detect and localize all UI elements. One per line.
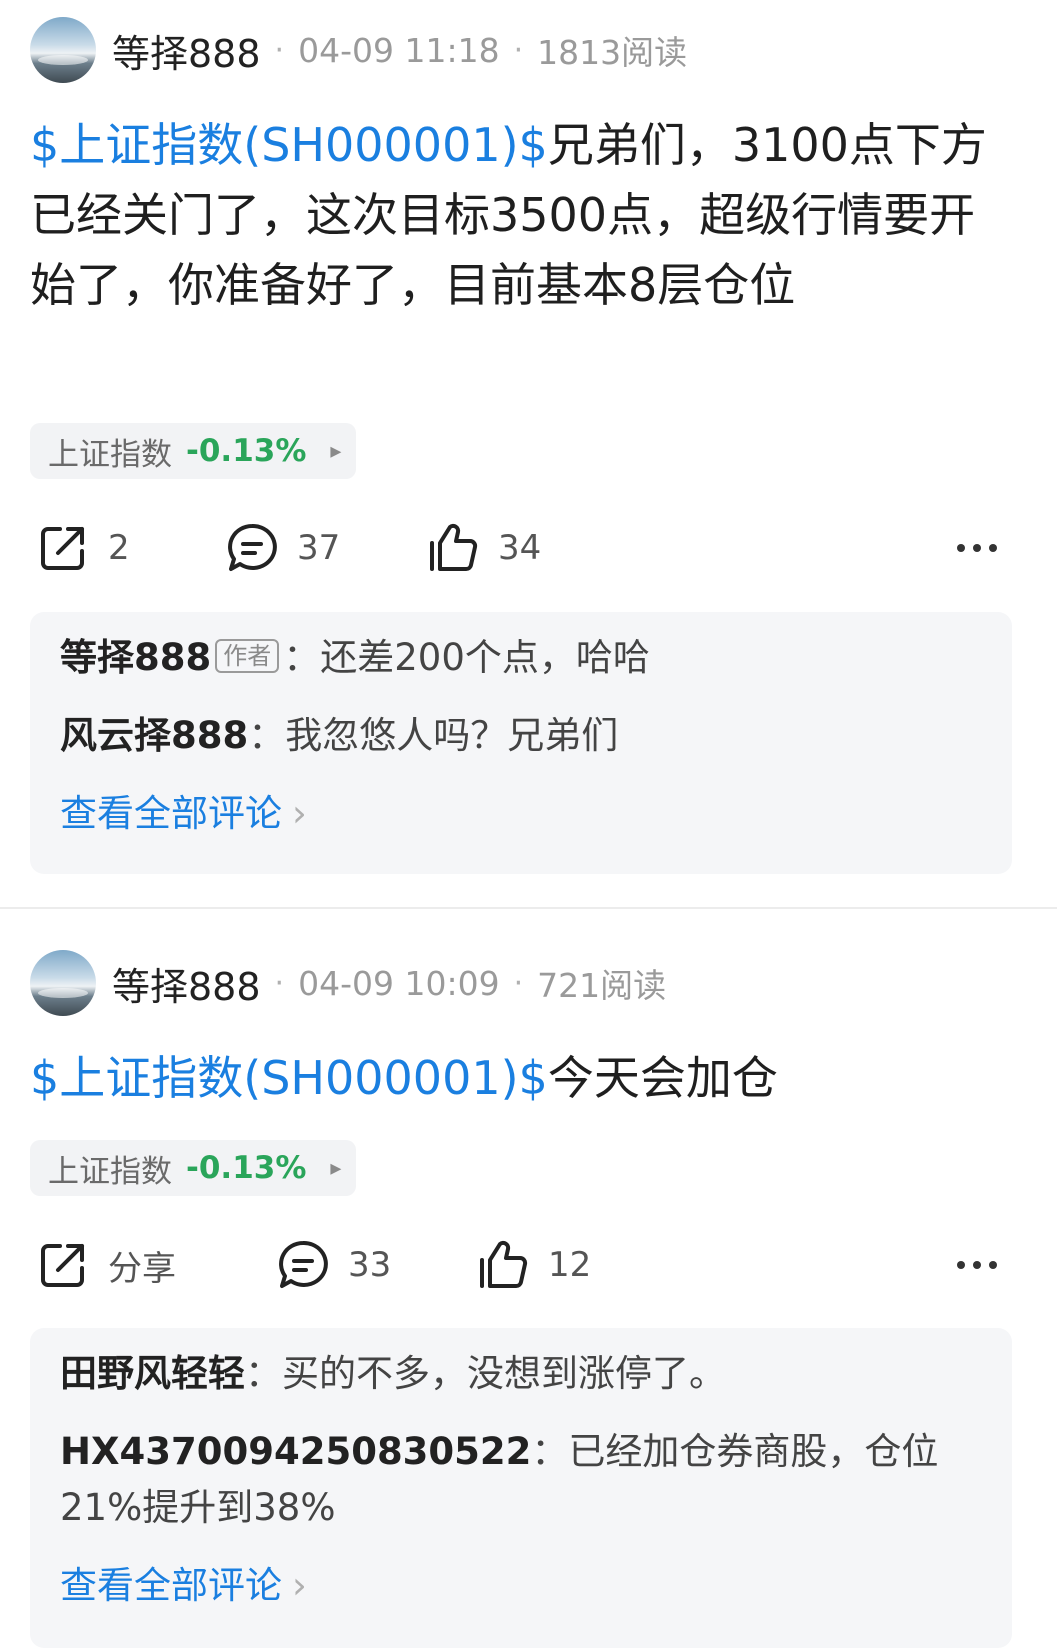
like-button[interactable]: 34 [426, 513, 541, 583]
separator-dot: · [513, 965, 524, 1001]
more-icon[interactable] [957, 1230, 997, 1300]
comment-count: 33 [348, 1245, 392, 1285]
chevron-right-icon: › [292, 792, 307, 835]
view-all-comments-link[interactable]: 查看全部评论 › [60, 786, 984, 842]
like-count: 34 [498, 528, 542, 568]
comment-author[interactable]: 风云择888 [60, 714, 248, 757]
share-button[interactable]: 分享 [36, 1230, 176, 1300]
share-count: 2 [108, 528, 130, 568]
list-item[interactable]: 等择888 作者 ：还差200个点，哈哈 [60, 630, 984, 686]
comment-preview: 等择888 作者 ：还差200个点，哈哈 风云择888：我忽悠人吗？兄弟们 查看全部… [30, 612, 1012, 874]
comment-button[interactable]: 33 [276, 1230, 391, 1300]
chevron-right-icon: ▸ [330, 438, 342, 464]
like-icon [480, 1240, 528, 1288]
comment-author[interactable]: 田野风轻轻 [60, 1352, 245, 1395]
stock-chip[interactable]: 上证指数 -0.13% ▸ [30, 1140, 356, 1196]
chip-change: -0.13% [186, 433, 307, 469]
stock-chip[interactable]: 上证指数 -0.13% ▸ [30, 423, 356, 479]
read-count: 721阅读 [537, 966, 667, 1005]
post-header: 等择888 · 04-09 11:18 · 1813阅读 [30, 15, 687, 85]
like-button[interactable]: 12 [476, 1230, 591, 1300]
more-icon[interactable] [957, 513, 997, 583]
stock-link[interactable]: $上证指数(SH000001)$ [30, 1051, 548, 1105]
share-icon [41, 527, 84, 570]
author-badge: 作者 [215, 638, 280, 673]
avatar[interactable] [30, 950, 96, 1016]
comment-icon [228, 523, 277, 571]
chip-stock-name: 上证指数 [48, 436, 172, 473]
share-icon [41, 1244, 84, 1287]
list-item[interactable]: 风云择888：我忽悠人吗？兄弟们 [60, 708, 984, 764]
comment-author[interactable]: 等择888 [60, 636, 211, 679]
read-count: 1813阅读 [537, 33, 688, 72]
post-time: 04-09 11:18 [298, 30, 500, 70]
chevron-right-icon: › [292, 1564, 307, 1607]
share-button[interactable]: 2 [36, 513, 130, 583]
view-all-comments-link[interactable]: 查看全部评论 › [60, 1558, 984, 1614]
post-time: 04-09 10:09 [298, 963, 500, 1003]
comment-text: 我忽悠人吗？兄弟们 [285, 714, 619, 757]
comment-text: 买的不多，没想到涨停了。 [282, 1352, 726, 1395]
username[interactable]: 等择888 [112, 23, 261, 78]
share-label: 分享 [108, 1248, 176, 1289]
post-text: 今天会加仓 [547, 1051, 778, 1105]
like-icon [430, 523, 478, 571]
stock-link[interactable]: $上证指数(SH000001)$ [30, 118, 548, 172]
separator-dot: · [274, 32, 285, 68]
action-bar: 分享 33 12 [30, 1230, 997, 1300]
post-content: $上证指数(SH000001)$兄弟们，3100点下方已经关门了，这次目标350… [30, 110, 1007, 320]
comment-preview: 田野风轻轻：买的不多，没想到涨停了。 HX4370094250830522：已经… [30, 1328, 1012, 1648]
post-content: $上证指数(SH000001)$今天会加仓 [30, 1043, 1007, 1113]
chevron-right-icon: ▸ [330, 1155, 342, 1181]
action-bar: 2 37 34 [30, 513, 997, 583]
list-item[interactable]: 田野风轻轻：买的不多，没想到涨停了。 [60, 1346, 984, 1402]
list-item[interactable]: HX4370094250830522：已经加仓券商股，仓位21%提升到38% [60, 1424, 984, 1536]
view-all-label: 查看全部评论 [60, 1564, 282, 1607]
comment-button[interactable]: 37 [225, 513, 340, 583]
separator-dot: · [513, 32, 524, 68]
separator-dot: · [274, 965, 285, 1001]
divider [0, 907, 1057, 909]
like-count: 12 [548, 1245, 592, 1285]
view-all-label: 查看全部评论 [60, 792, 282, 835]
post-header: 等择888 · 04-09 10:09 · 721阅读 [30, 948, 666, 1018]
username[interactable]: 等择888 [112, 956, 261, 1011]
avatar[interactable] [30, 17, 96, 83]
comment-count: 37 [297, 528, 341, 568]
chip-change: -0.13% [186, 1150, 307, 1186]
chip-stock-name: 上证指数 [48, 1153, 172, 1190]
comment-author[interactable]: HX4370094250830522 [60, 1430, 531, 1473]
comment-icon [279, 1240, 328, 1288]
comment-text: 还差200个点，哈哈 [320, 636, 650, 679]
